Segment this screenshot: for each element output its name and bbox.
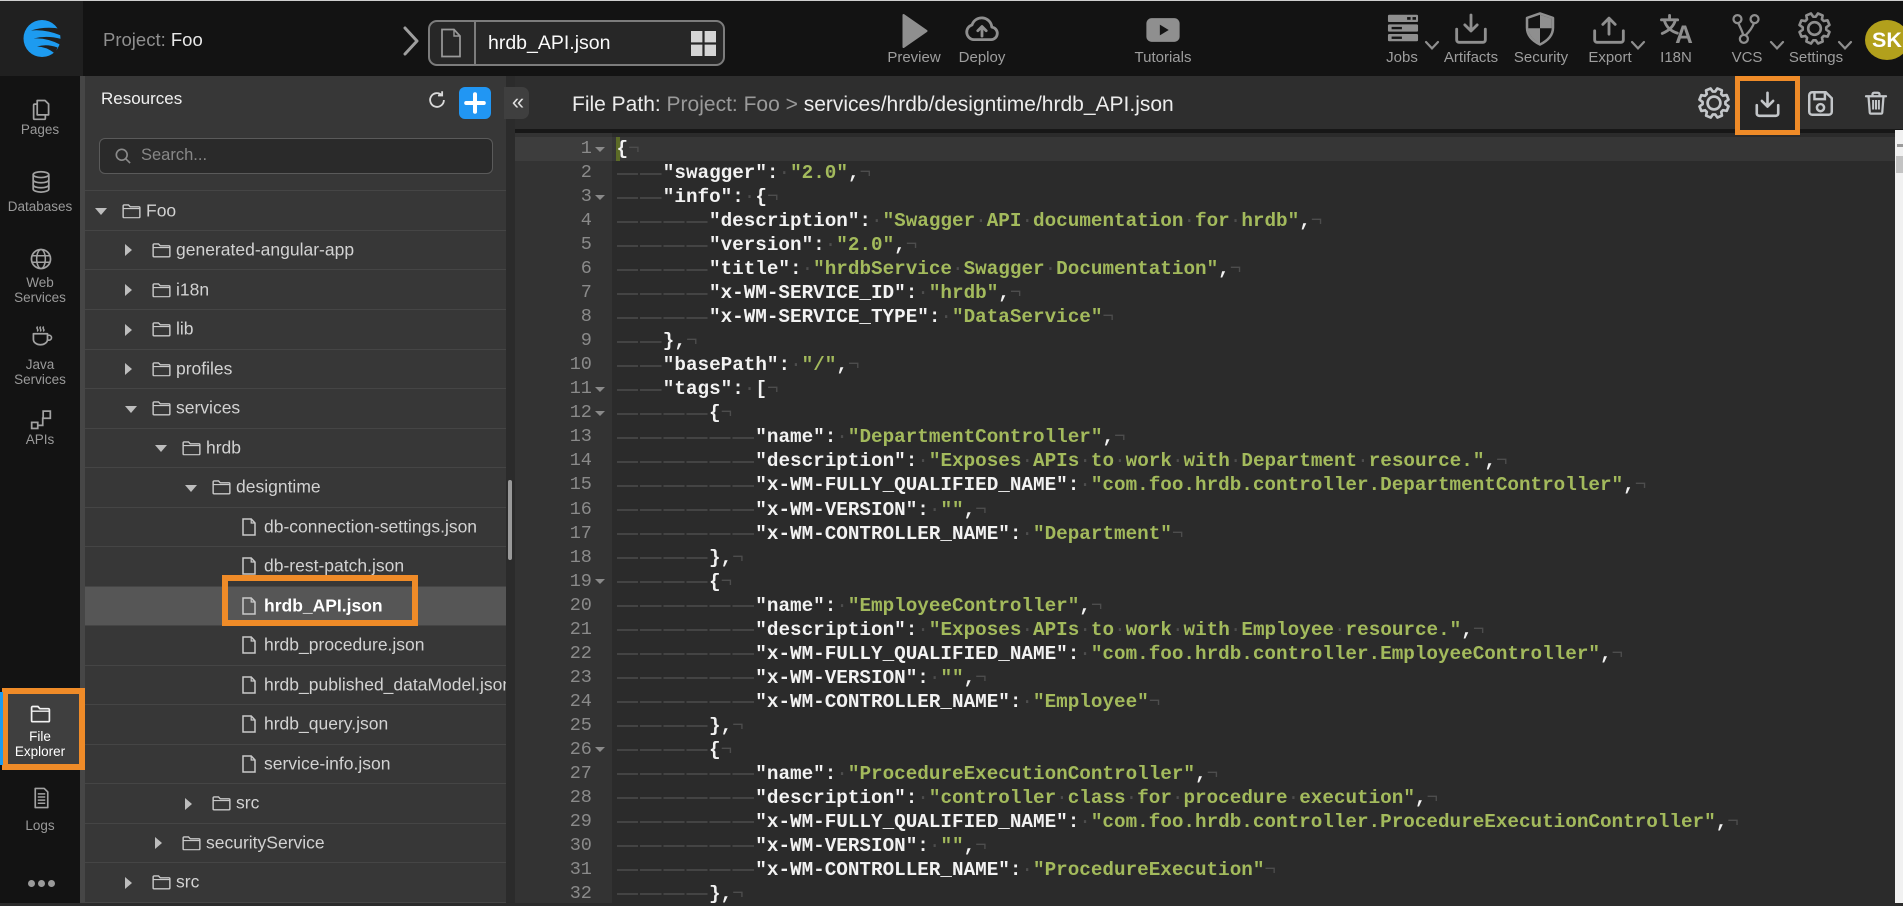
svg-text:A: A: [1675, 22, 1693, 48]
